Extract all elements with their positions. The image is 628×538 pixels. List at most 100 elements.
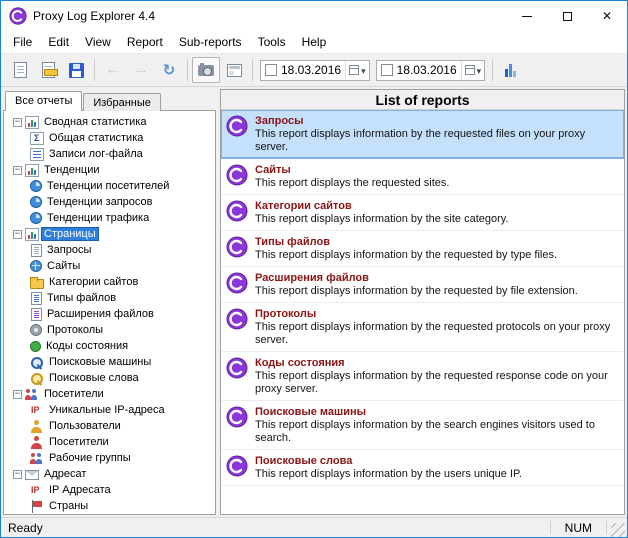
tree-item[interactable]: Тенденции посетителей xyxy=(4,178,215,194)
tree-item[interactable]: Посетители xyxy=(4,434,215,450)
tree-item[interactable]: Страницы xyxy=(4,226,215,242)
bar-chart-icon xyxy=(25,164,39,177)
tree-item[interactable]: Страны xyxy=(4,498,215,514)
chevron-down-icon xyxy=(361,61,366,79)
report-title: Сайты xyxy=(255,163,449,177)
report-title: Типы файлов xyxy=(255,235,557,249)
tree-item[interactable]: Коды состояния xyxy=(4,338,215,354)
minimize-button[interactable] xyxy=(507,1,547,31)
snapshot-button[interactable] xyxy=(192,57,220,83)
tree-item[interactable]: Уникальные IP-адреса xyxy=(4,402,215,418)
date-to-checkbox[interactable] xyxy=(381,64,393,76)
tree-expander-icon[interactable] xyxy=(13,166,22,175)
tree-item[interactable]: Сводная статистика xyxy=(4,114,215,130)
tab-1[interactable]: Избранные xyxy=(83,93,161,111)
tree-item[interactable]: Адресат xyxy=(4,466,215,482)
save-button[interactable] xyxy=(62,57,90,83)
report-list-item[interactable]: ПротоколыThis report displays informatio… xyxy=(221,303,624,352)
date-to-picker[interactable]: 18.03.2016 xyxy=(376,60,486,81)
forward-button[interactable] xyxy=(127,57,155,83)
report-list-item[interactable]: Поисковые машиныThis report displays inf… xyxy=(221,401,624,450)
tree-item[interactable]: Протоколы xyxy=(4,322,215,338)
menu-item-tools[interactable]: Tools xyxy=(250,32,294,52)
report-list-item[interactable]: Типы файловThis report displays informat… xyxy=(221,231,624,267)
menu-item-report[interactable]: Report xyxy=(119,32,171,52)
tree-item-label: Уникальные IP-адреса xyxy=(47,404,167,416)
back-button[interactable] xyxy=(99,57,127,83)
envelope-icon xyxy=(25,470,39,480)
menu-item-sub-reports[interactable]: Sub-reports xyxy=(171,32,250,52)
report-list-item[interactable]: Расширения файловThis report displays in… xyxy=(221,267,624,303)
bar-chart-icon xyxy=(25,228,39,241)
tree-expander-icon[interactable] xyxy=(13,230,22,239)
report-list-item[interactable]: СайтыThis report displays the requested … xyxy=(221,159,624,195)
tree-item-label: Сайты xyxy=(45,260,82,272)
report-list-item[interactable]: ЗапросыThis report displays information … xyxy=(221,110,624,159)
report-layout-button[interactable] xyxy=(220,57,248,83)
date-to-value: 18.03.2016 xyxy=(397,63,457,77)
report-icon xyxy=(226,308,248,330)
tree-item[interactable]: Поисковые машины xyxy=(4,354,215,370)
tree-expander-icon[interactable] xyxy=(13,118,22,127)
open-button[interactable] xyxy=(34,57,62,83)
report-list-item[interactable]: Коды состоянияThis report displays infor… xyxy=(221,352,624,401)
status-bar: Ready NUM xyxy=(1,517,627,537)
toolbar-separator xyxy=(252,59,253,81)
tree-item[interactable]: Записи лог-файла xyxy=(4,146,215,162)
report-desc: This report displays information by the … xyxy=(255,128,618,154)
report-desc: This report displays information by the … xyxy=(255,285,578,298)
date-from-picker[interactable]: 18.03.2016 xyxy=(260,60,370,81)
tree-item[interactable]: Посетители xyxy=(4,386,215,402)
report-desc: This report displays information by the … xyxy=(255,321,618,347)
tree-item-label: Поисковые машины xyxy=(47,356,153,368)
report-text: Поисковые словаThis report displays info… xyxy=(255,454,522,481)
tree-item[interactable]: Тенденции трафика xyxy=(4,210,215,226)
tree-item[interactable]: Пользователи xyxy=(4,418,215,434)
status-separator xyxy=(606,521,607,534)
tab-0[interactable]: Все отчеты xyxy=(5,91,82,111)
tree-item[interactable]: Поисковые слова xyxy=(4,370,215,386)
tree-item[interactable]: Расширения файлов xyxy=(4,306,215,322)
report-title: Расширения файлов xyxy=(255,271,578,285)
tree-item[interactable]: IP Адресата xyxy=(4,482,215,498)
report-text: Расширения файловThis report displays in… xyxy=(255,271,578,298)
app-icon xyxy=(9,7,27,25)
tree-item[interactable]: Запросы xyxy=(4,242,215,258)
tree-item[interactable]: Сайты xyxy=(4,258,215,274)
tree-item[interactable]: Тенденции xyxy=(4,162,215,178)
refresh-button[interactable] xyxy=(155,57,183,83)
report-text: Поисковые машиныThis report displays inf… xyxy=(255,405,618,445)
date-from-dropdown-button[interactable] xyxy=(345,61,369,80)
tree-item[interactable]: Категории сайтов xyxy=(4,274,215,290)
report-icon xyxy=(226,115,248,137)
window-controls xyxy=(507,1,627,31)
date-to-dropdown-button[interactable] xyxy=(461,61,485,80)
menu-item-edit[interactable]: Edit xyxy=(40,32,77,52)
tree-item[interactable]: Типы файлов xyxy=(4,290,215,306)
toolbar-left-buttons xyxy=(6,57,257,83)
new-button[interactable] xyxy=(6,57,34,83)
report-list-item[interactable]: Категории сайтовThis report displays inf… xyxy=(221,195,624,231)
menu-item-view[interactable]: View xyxy=(77,32,119,52)
chart-button[interactable] xyxy=(497,57,525,83)
report-list-item[interactable]: Поисковые словаThis report displays info… xyxy=(221,450,624,486)
menu-item-help[interactable]: Help xyxy=(294,32,335,52)
tree-item[interactable]: Рабочие группы xyxy=(4,450,215,466)
status-ok-icon xyxy=(30,341,41,352)
tree-expander-icon[interactable] xyxy=(13,470,22,479)
date-from-checkbox[interactable] xyxy=(265,64,277,76)
maximize-button[interactable] xyxy=(547,1,587,31)
tree-item-label: Общая статистика xyxy=(47,132,145,144)
tree-item[interactable]: Общая статистика xyxy=(4,130,215,146)
tree-item[interactable]: Тенденции запросов xyxy=(4,194,215,210)
group-icon xyxy=(30,452,44,465)
report-icon xyxy=(226,406,248,428)
close-button[interactable] xyxy=(587,1,627,31)
report-desc: This report displays the requested sites… xyxy=(255,177,449,190)
tree-item-label: Категории сайтов xyxy=(47,276,140,288)
person-red-icon xyxy=(30,436,44,449)
tree-expander-icon[interactable] xyxy=(13,390,22,399)
report-title: Запросы xyxy=(255,114,618,128)
resize-grip-icon[interactable] xyxy=(611,523,625,537)
menu-item-file[interactable]: File xyxy=(5,32,40,52)
